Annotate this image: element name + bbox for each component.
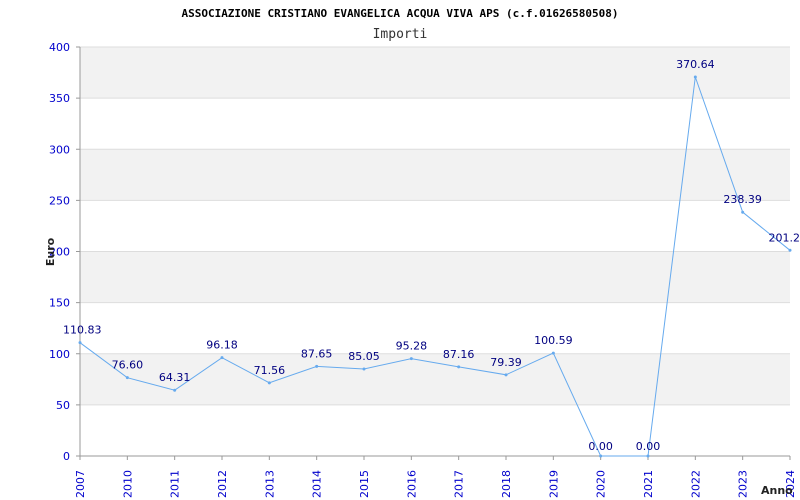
x-axis-label: Anno: [761, 484, 793, 497]
data-label: 110.83: [63, 324, 102, 337]
x-tick-label: 2017: [453, 470, 466, 498]
y-tick-label: 400: [49, 41, 70, 54]
data-label: 95.28: [396, 340, 428, 353]
x-tick-label: 2020: [595, 470, 608, 498]
data-point: [741, 210, 745, 214]
data-label: 87.65: [301, 347, 333, 360]
plot-background: [80, 47, 790, 405]
data-point: [788, 248, 792, 252]
y-tick-label: 300: [49, 143, 70, 156]
x-tick-label: 2014: [311, 470, 324, 498]
x-tick-label: 2011: [169, 470, 182, 498]
data-label: 85.05: [348, 350, 380, 363]
x-tick-label: 2015: [358, 470, 371, 498]
x-tick-label: 2021: [642, 470, 655, 498]
grid-band: [80, 47, 790, 99]
data-point: [78, 341, 82, 345]
data-point: [173, 388, 177, 392]
x-tick-label: 2013: [263, 470, 276, 498]
y-tick-label: 250: [49, 194, 70, 207]
data-label: 238.39: [723, 193, 762, 206]
x-tick-label: 2019: [547, 470, 560, 498]
data-point: [693, 75, 697, 79]
data-point: [599, 454, 603, 458]
data-point: [267, 381, 271, 385]
data-point: [457, 365, 461, 369]
data-label: 76.60: [112, 359, 144, 372]
data-label: 79.39: [490, 356, 522, 369]
data-point: [362, 367, 366, 371]
y-tick-label: 50: [56, 399, 70, 412]
y-tick-label: 100: [49, 348, 70, 361]
data-label: 64.31: [159, 371, 191, 384]
data-label: 87.16: [443, 348, 475, 361]
chart-subtitle: Importi: [373, 27, 428, 42]
x-tick-label: 2016: [405, 470, 418, 498]
data-label: 96.18: [206, 339, 238, 352]
data-label: 0.00: [588, 440, 613, 453]
y-tick-label: 0: [63, 450, 70, 463]
y-tick-label: 350: [49, 92, 70, 105]
y-tick-label: 150: [49, 297, 70, 310]
y-axis-label: Euro: [44, 237, 57, 266]
chart-title: ASSOCIAZIONE CRISTIANO EVANGELICA ACQUA …: [181, 7, 618, 20]
data-label: 201.2: [769, 231, 800, 244]
data-label: 0.00: [636, 440, 661, 453]
data-point: [551, 351, 555, 355]
grid-band: [80, 251, 790, 303]
x-tick-labels: 2007 2010 2011 2012 2013 2014 2015 2016 2017 2018…: [74, 456, 797, 498]
data-point: [315, 364, 319, 368]
x-tick-label: 2007: [74, 470, 87, 498]
data-point: [646, 454, 650, 458]
x-tick-label: 2018: [500, 470, 513, 498]
data-label: 100.59: [534, 334, 573, 347]
x-tick-label: 2023: [737, 470, 750, 498]
x-tick-label: 2012: [216, 470, 229, 498]
data-point: [504, 373, 508, 377]
data-point: [409, 357, 413, 361]
data-label: 370.64: [676, 58, 715, 71]
line-chart: ASSOCIAZIONE CRISTIANO EVANGELICA ACQUA …: [44, 7, 800, 498]
data-label: 71.56: [254, 364, 286, 377]
x-tick-label: 2022: [689, 470, 702, 498]
x-tick-label: 2010: [121, 470, 134, 498]
data-point: [125, 376, 129, 380]
data-point: [220, 356, 224, 360]
